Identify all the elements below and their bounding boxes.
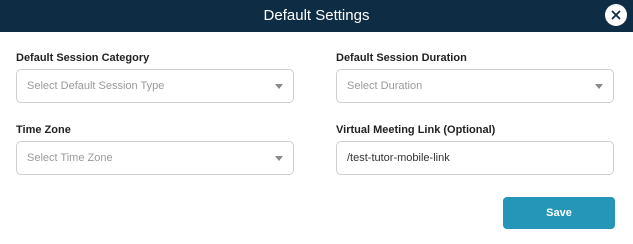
time-zone-placeholder: Select Time Zone [27,152,113,164]
meeting-link-value: /test-tutor-mobile-link [347,152,450,164]
session-duration-select[interactable]: Select Duration [336,69,614,103]
dialog-header: Default Settings [0,0,633,32]
time-zone-select[interactable]: Select Time Zone [16,141,294,175]
session-category-select[interactable]: Select Default Session Type [16,69,294,103]
chevron-down-icon [595,84,603,89]
meeting-link-input[interactable]: /test-tutor-mobile-link [336,141,614,175]
session-category-label: Default Session Category [16,52,150,64]
chevron-down-icon [275,84,283,89]
time-zone-label: Time Zone [16,124,71,136]
session-duration-label: Default Session Duration [336,52,467,64]
session-duration-placeholder: Select Duration [347,80,423,92]
save-button[interactable]: Save [503,197,615,229]
close-icon [611,10,621,20]
meeting-link-label: Virtual Meeting Link (Optional) [336,124,496,136]
close-button[interactable] [605,4,627,26]
dialog-title: Default Settings [263,7,370,24]
chevron-down-icon [275,156,283,161]
session-category-placeholder: Select Default Session Type [27,80,165,92]
default-settings-dialog: Default Settings Default Session Categor… [0,0,633,244]
